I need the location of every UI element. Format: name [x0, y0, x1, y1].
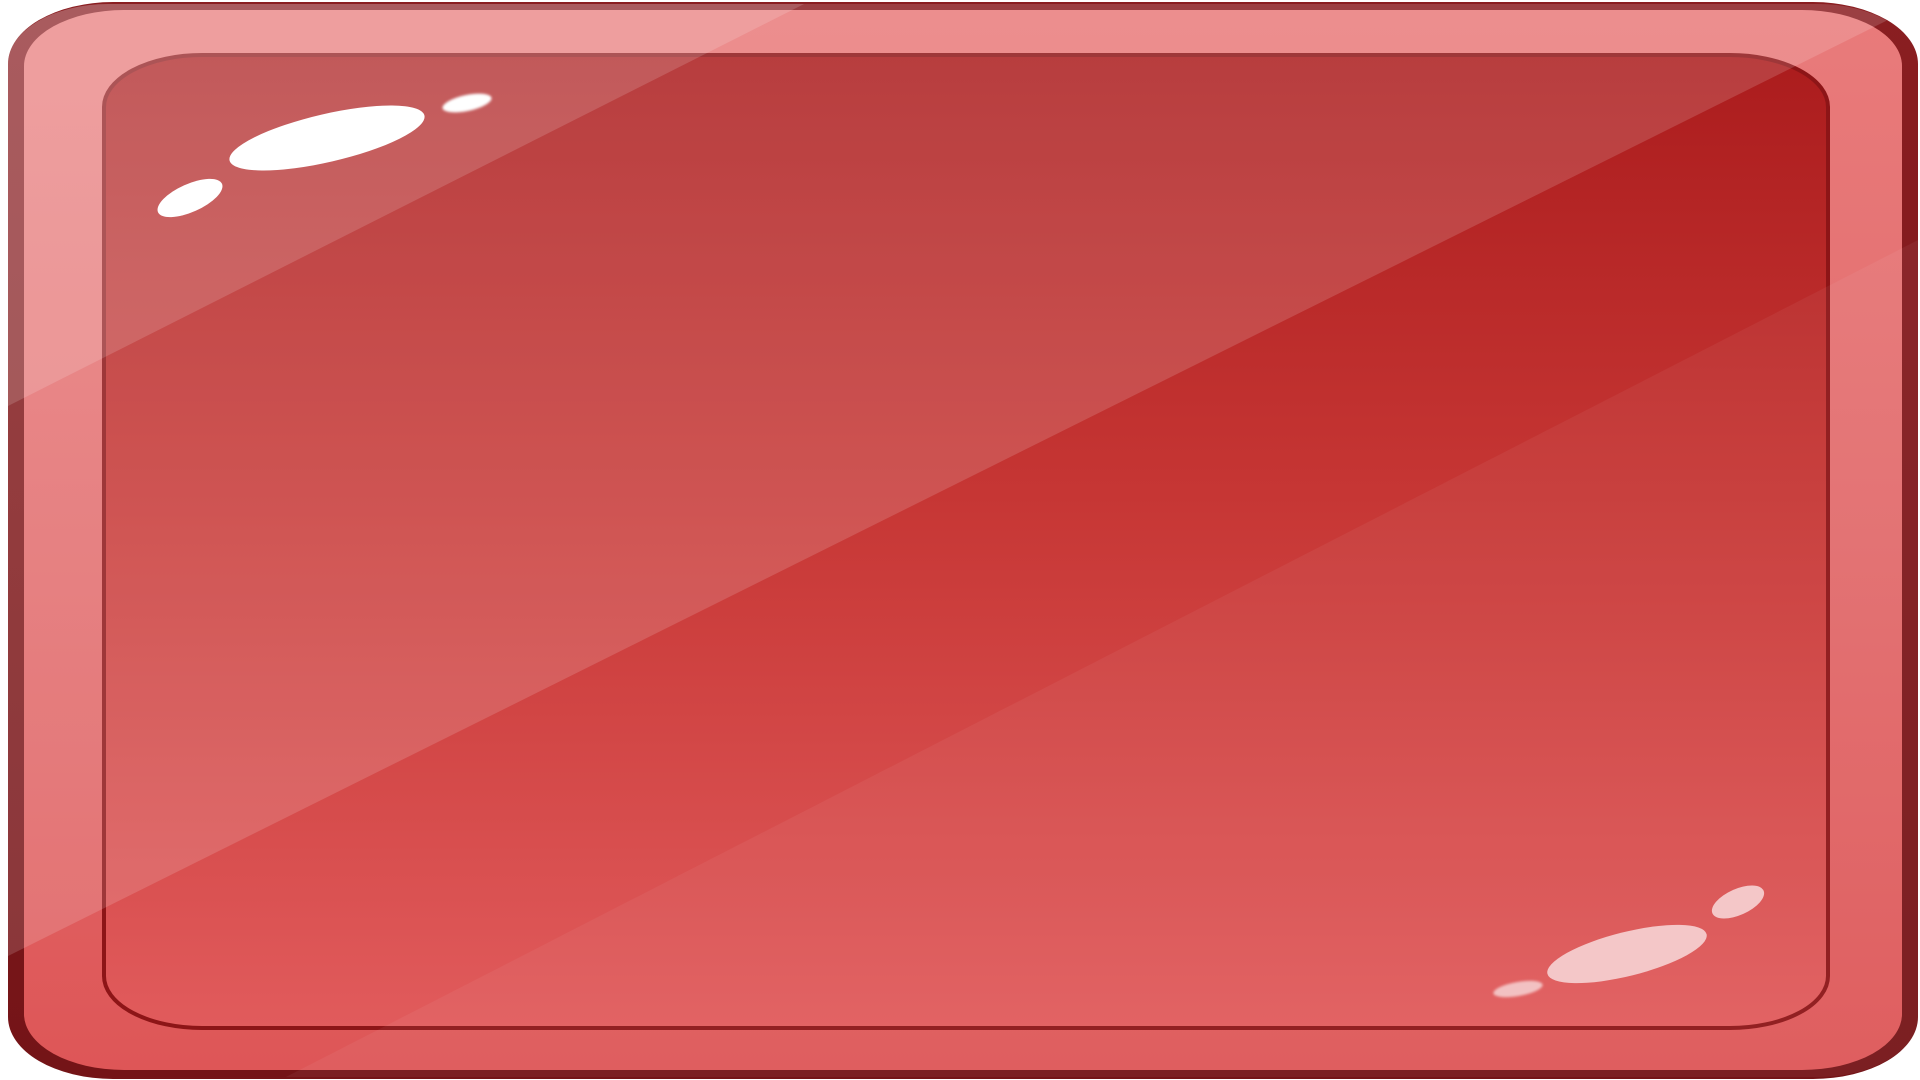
glossy-red-button[interactable] — [0, 0, 1920, 1080]
button-graphic — [8, 2, 1918, 1079]
game-stage — [0, 0, 1920, 1080]
